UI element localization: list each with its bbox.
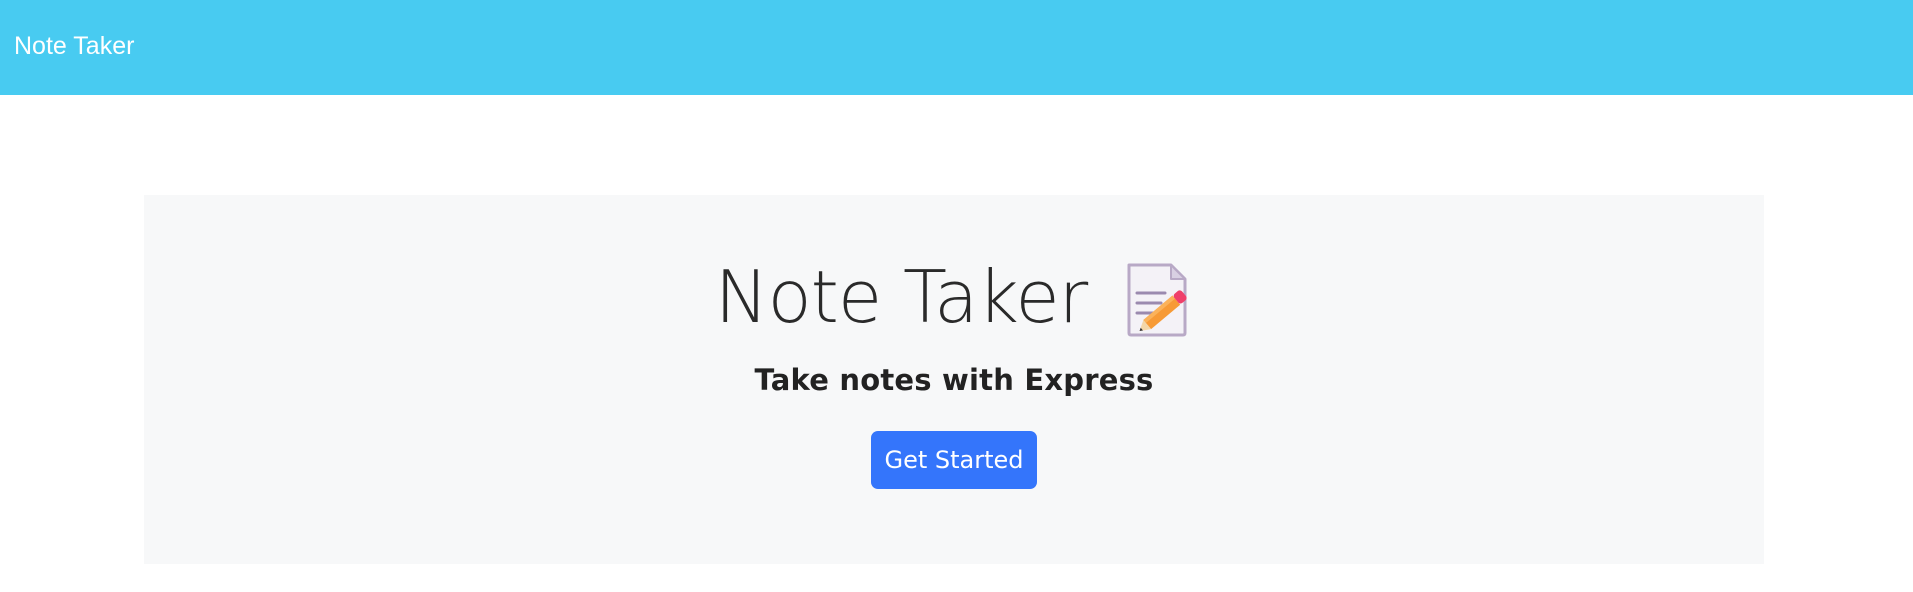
get-started-button[interactable]: Get Started [871, 431, 1037, 489]
hero-title-row: Note Taker [715, 257, 1194, 337]
hero-title: Note Taker [714, 255, 1089, 339]
navbar-brand-link[interactable]: Note Taker [14, 32, 134, 64]
hero-subtitle: Take notes with Express [754, 363, 1154, 397]
hero-jumbotron: Note Taker Take notes with Express Get S… [144, 195, 1764, 564]
memo-icon [1127, 263, 1187, 337]
navbar: Note Taker [0, 0, 1913, 95]
